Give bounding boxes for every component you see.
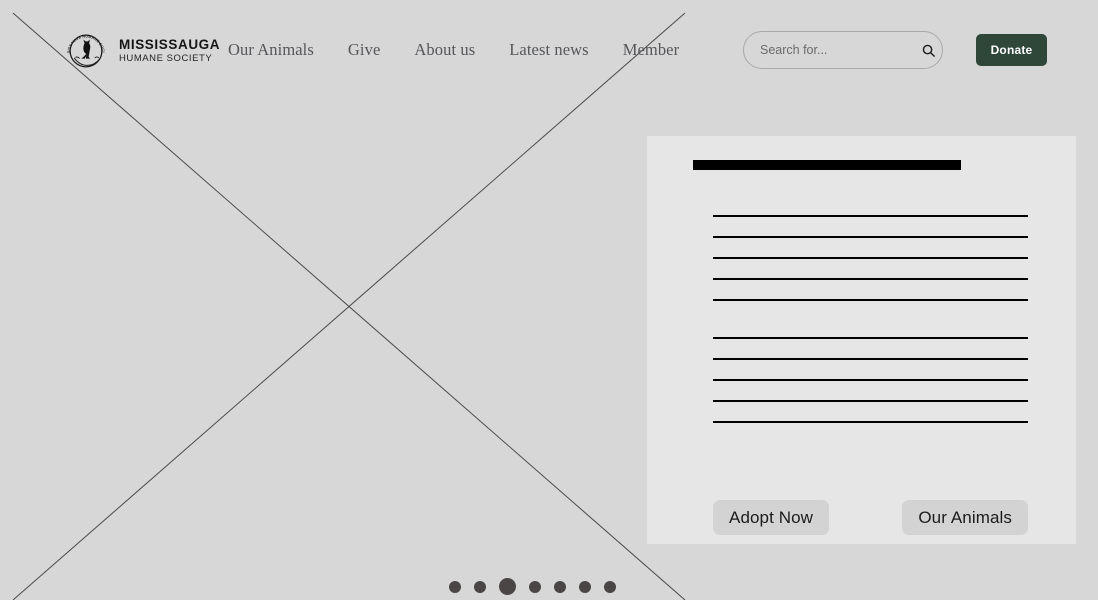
- site-header: MISSISSAUGA HUMANE SOCIETY MISSISSAUGA H…: [0, 0, 1098, 100]
- carousel-dot-4[interactable]: [529, 580, 541, 593]
- text-line-placeholder: [713, 236, 1028, 238]
- nav-item-latest-news[interactable]: Latest news: [509, 40, 588, 60]
- carousel-dot-1[interactable]: [449, 580, 461, 593]
- carousel-dot-2[interactable]: [474, 580, 486, 593]
- text-line-placeholder: [713, 400, 1028, 402]
- carousel-dot-7[interactable]: [604, 580, 616, 593]
- carousel-dot-3-active[interactable]: [499, 578, 516, 595]
- carousel-pagination: [449, 578, 616, 595]
- donate-button[interactable]: Donate: [976, 34, 1047, 66]
- nav-item-member[interactable]: Member: [623, 40, 680, 60]
- nav-item-our-animals[interactable]: Our Animals: [228, 40, 314, 60]
- carousel-dot-6[interactable]: [579, 580, 591, 593]
- card-paragraph-group-2: [713, 337, 1028, 423]
- search-icon[interactable]: [921, 43, 936, 58]
- hero-content-card: Adopt Now Our Animals: [647, 136, 1076, 544]
- main-navigation: Our Animals Give About us Latest news Me…: [228, 40, 679, 60]
- brand-name-line2: HUMANE SOCIETY: [119, 52, 213, 64]
- card-action-row: Adopt Now Our Animals: [713, 500, 1028, 535]
- our-animals-button[interactable]: Our Animals: [902, 500, 1028, 535]
- cross-line-primary: [12, 12, 686, 600]
- brand-name-line1: MISSISSAUGA: [119, 37, 221, 53]
- adopt-now-button[interactable]: Adopt Now: [713, 500, 830, 535]
- card-title-placeholder: [693, 160, 961, 170]
- nav-item-give[interactable]: Give: [348, 40, 380, 60]
- nav-item-about-us[interactable]: About us: [414, 40, 475, 60]
- card-paragraph-group-1: [713, 215, 1028, 301]
- text-line-placeholder: [713, 358, 1028, 360]
- text-line-placeholder: [713, 215, 1028, 217]
- brand-wordmark: MISSISSAUGA HUMANE SOCIETY: [119, 38, 220, 63]
- cross-line-secondary: [12, 12, 686, 600]
- text-line-placeholder: [713, 257, 1028, 259]
- brand-logo-link[interactable]: MISSISSAUGA HUMANE SOCIETY MISSISSAUGA H…: [62, 27, 220, 75]
- text-line-placeholder: [713, 421, 1028, 423]
- text-line-placeholder: [713, 337, 1028, 339]
- text-line-placeholder: [713, 379, 1028, 381]
- text-line-placeholder: [713, 278, 1028, 280]
- search-box[interactable]: [743, 31, 943, 69]
- humane-society-seal-icon: MISSISSAUGA HUMANE SOCIETY: [62, 27, 105, 68]
- text-line-placeholder: [713, 299, 1028, 301]
- search-input[interactable]: [760, 43, 921, 57]
- carousel-dot-5[interactable]: [554, 580, 566, 593]
